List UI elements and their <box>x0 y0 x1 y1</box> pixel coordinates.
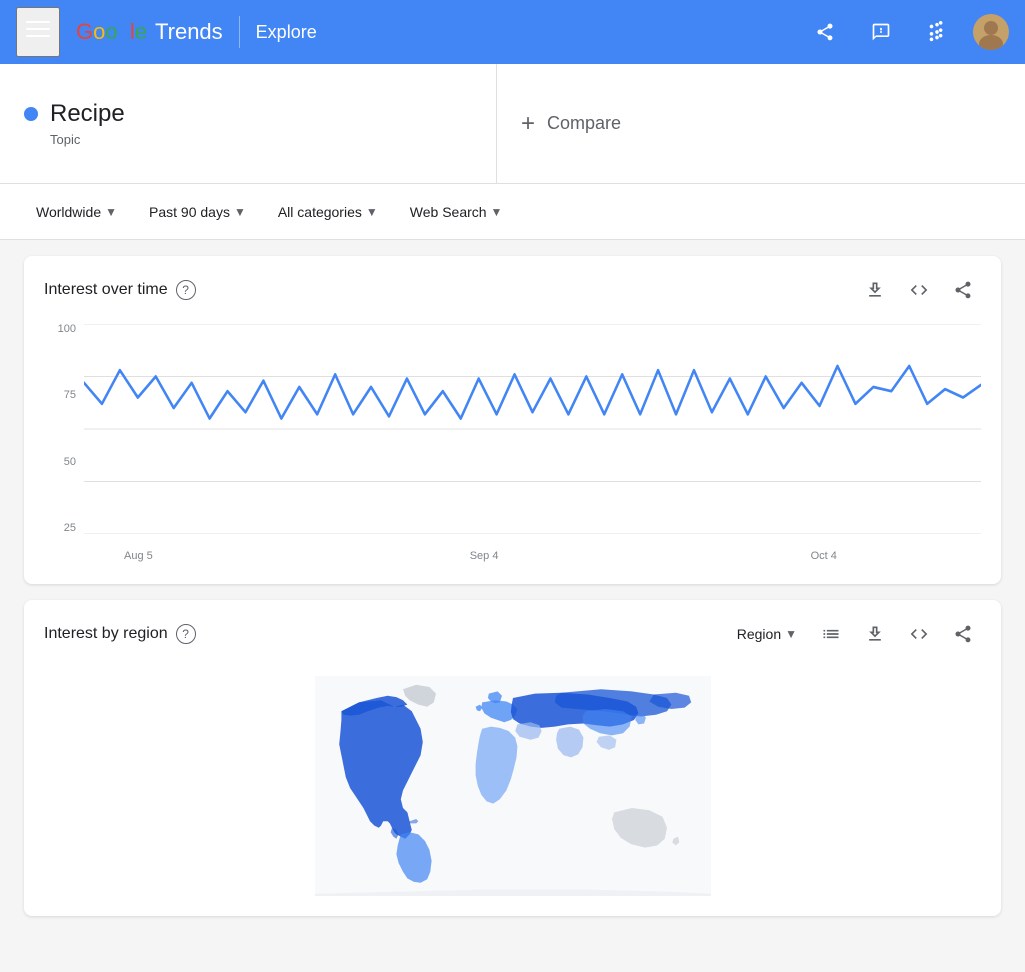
feedback-button[interactable] <box>861 12 901 52</box>
compare-plus-icon: + <box>521 110 535 138</box>
map-container <box>24 660 1001 916</box>
y-axis: 100 75 50 25 <box>44 324 84 534</box>
interest-over-time-header: Interest over time ? <box>24 256 1001 316</box>
region-share-button[interactable] <box>945 616 981 652</box>
app-header: Google Trends Explore <box>0 0 1025 64</box>
term-name: Recipe <box>50 100 125 128</box>
region-embed-button[interactable] <box>901 616 937 652</box>
location-filter[interactable]: Worldwide ▼ <box>24 198 129 226</box>
interest-over-time-title: Interest over time <box>44 281 168 299</box>
time-range-filter[interactable]: Past 90 days ▼ <box>137 198 258 226</box>
x-label-sep4: Sep 4 <box>470 550 499 562</box>
region-label: Region <box>737 626 781 642</box>
interest-by-region-actions: Region ▼ <box>729 616 981 652</box>
interest-over-time-actions <box>857 272 981 308</box>
card-title-area: Interest over time ? <box>44 280 196 300</box>
world-map <box>213 676 813 896</box>
share-button[interactable] <box>805 12 845 52</box>
interest-by-region-title: Interest by region <box>44 625 168 643</box>
region-dropdown-button[interactable]: Region ▼ <box>729 622 805 646</box>
google-wordmark: Google <box>76 19 147 45</box>
y-label-25: 25 <box>64 523 76 534</box>
interest-over-time-card: Interest over time ? <box>24 256 1001 584</box>
share-card-button[interactable] <box>945 272 981 308</box>
search-type-label: Web Search <box>410 204 487 220</box>
main-content: Interest over time ? <box>0 240 1025 948</box>
search-type-filter[interactable]: Web Search ▼ <box>398 198 515 226</box>
time-range-label: Past 90 days <box>149 204 230 220</box>
category-filter[interactable]: All categories ▼ <box>266 198 390 226</box>
chart-container: 100 75 50 25 <box>44 324 981 564</box>
trends-wordmark: Trends <box>155 19 223 45</box>
x-label-aug5: Aug 5 <box>124 550 153 562</box>
avatar-image <box>973 14 1009 50</box>
interest-by-region-card: Interest by region ? Region ▼ <box>24 600 1001 916</box>
interest-by-region-header: Interest by region ? Region ▼ <box>24 600 1001 660</box>
y-label-100: 100 <box>58 324 76 335</box>
region-title-area: Interest by region ? <box>44 624 196 644</box>
location-label: Worldwide <box>36 204 101 220</box>
embed-button[interactable] <box>901 272 937 308</box>
y-label-75: 75 <box>64 390 76 401</box>
time-range-dropdown-arrow: ▼ <box>234 205 246 219</box>
menu-icon[interactable] <box>16 7 60 57</box>
location-dropdown-arrow: ▼ <box>105 205 117 219</box>
term-type: Topic <box>50 132 472 147</box>
region-dropdown-arrow: ▼ <box>785 627 797 641</box>
chart-inner <box>84 324 981 534</box>
download-button[interactable] <box>857 272 893 308</box>
category-label: All categories <box>278 204 362 220</box>
line-chart <box>84 324 981 534</box>
term-dot <box>24 107 38 121</box>
header-divider <box>239 16 240 48</box>
chart-area: 100 75 50 25 <box>24 316 1001 584</box>
interest-over-time-help-icon[interactable]: ? <box>176 280 196 300</box>
filters-bar: Worldwide ▼ Past 90 days ▼ All categorie… <box>0 184 1025 240</box>
logo[interactable]: Google Trends <box>76 19 223 45</box>
region-download-button[interactable] <box>857 616 893 652</box>
x-label-oct4: Oct 4 <box>811 550 837 562</box>
search-area-spacer <box>993 64 1025 183</box>
search-area: Recipe Topic + Compare <box>0 64 1025 184</box>
search-term-header: Recipe <box>24 100 472 128</box>
compare-box[interactable]: + Compare <box>497 64 993 183</box>
category-dropdown-arrow: ▼ <box>366 205 378 219</box>
apps-button[interactable] <box>917 12 957 52</box>
search-term-box: Recipe Topic <box>0 64 497 183</box>
explore-label: Explore <box>256 22 317 43</box>
compare-label: Compare <box>547 113 621 134</box>
interest-by-region-help-icon[interactable]: ? <box>176 624 196 644</box>
avatar[interactable] <box>973 14 1009 50</box>
y-label-50: 50 <box>64 457 76 468</box>
search-type-dropdown-arrow: ▼ <box>491 205 503 219</box>
x-axis: Aug 5 Sep 4 Oct 4 <box>84 539 981 564</box>
list-view-button[interactable] <box>813 616 849 652</box>
